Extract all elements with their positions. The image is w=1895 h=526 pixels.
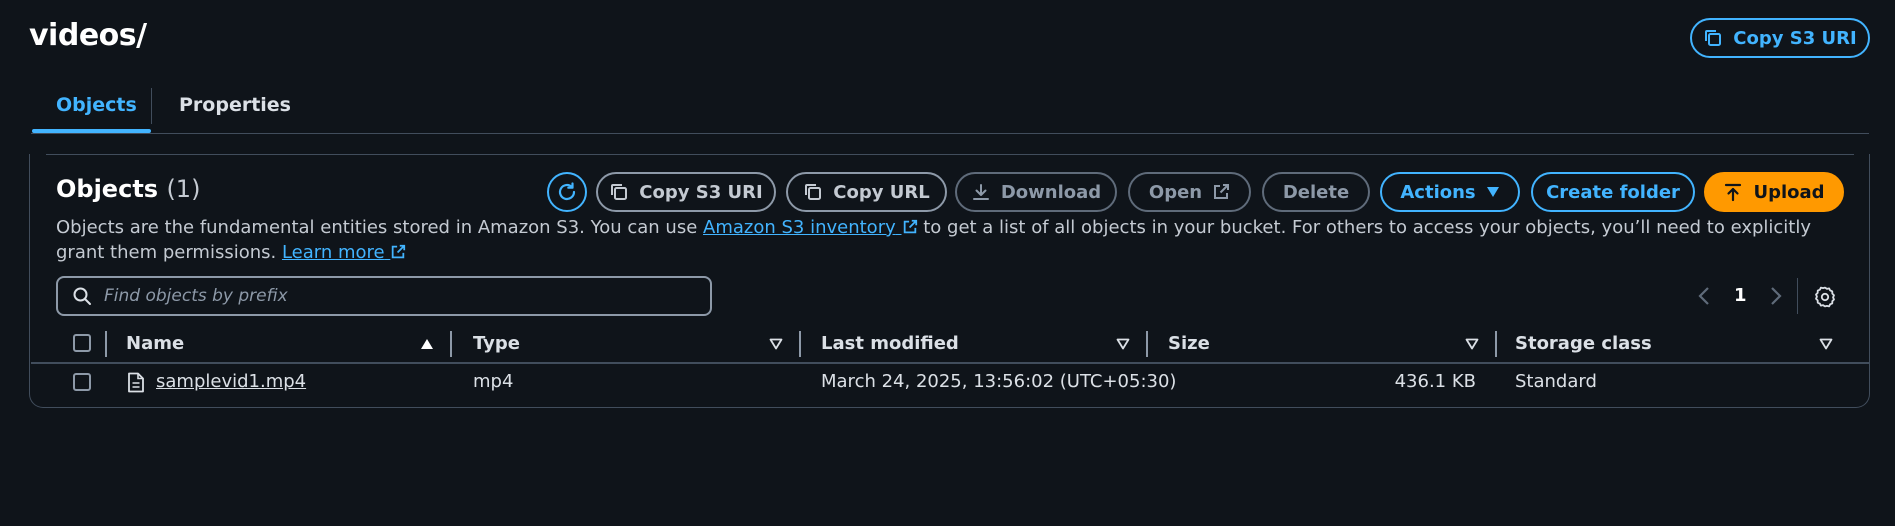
current-page-number[interactable]: 1 xyxy=(1734,285,1747,306)
object-name-link[interactable]: samplevid1.mp4 xyxy=(156,371,306,392)
download-label: Download xyxy=(1000,181,1102,203)
column-separator[interactable] xyxy=(1495,331,1497,357)
sort-icon[interactable] xyxy=(1116,338,1130,350)
copy-url-label: Copy URL xyxy=(833,181,930,203)
column-separator[interactable] xyxy=(1146,331,1148,357)
column-header-storage-class[interactable]: Storage class xyxy=(1515,333,1652,354)
copy-s3-uri-button[interactable]: Copy S3 URI xyxy=(596,172,776,212)
object-storage-class: Standard xyxy=(1515,371,1597,392)
search-input[interactable] xyxy=(102,285,666,307)
external-link-icon xyxy=(903,219,917,234)
actions-label: Actions xyxy=(1400,181,1476,203)
objects-description: Objects are the fundamental entities sto… xyxy=(56,215,1846,265)
sort-ascending-icon[interactable] xyxy=(420,338,434,350)
copy-url-button[interactable]: Copy URL xyxy=(786,172,947,212)
inventory-link-text: Amazon S3 inventory xyxy=(703,217,896,238)
column-header-type[interactable]: Type xyxy=(473,333,520,354)
pagination-separator xyxy=(1797,278,1798,314)
upload-button[interactable]: Upload xyxy=(1704,172,1844,212)
next-page-icon[interactable] xyxy=(1769,286,1783,306)
open-button[interactable]: Open xyxy=(1128,172,1251,212)
copy-icon xyxy=(1705,30,1722,46)
object-size: 436.1 KB xyxy=(1394,371,1476,392)
objects-title-text: Objects xyxy=(56,175,159,203)
upload-label: Upload xyxy=(1753,181,1825,203)
row-checkbox[interactable] xyxy=(73,373,91,391)
copy-icon xyxy=(805,184,822,200)
select-all-checkbox[interactable] xyxy=(73,334,91,352)
column-header-size[interactable]: Size xyxy=(1168,333,1210,354)
sort-icon[interactable] xyxy=(1465,338,1479,350)
delete-button[interactable]: Delete xyxy=(1262,172,1370,212)
download-button[interactable]: Download xyxy=(955,172,1117,212)
tab-separator xyxy=(151,88,152,124)
column-separator xyxy=(105,331,107,357)
column-separator[interactable] xyxy=(450,331,452,357)
header-copy-s3-uri-button[interactable]: Copy S3 URI xyxy=(1690,18,1870,58)
active-tab-indicator xyxy=(32,129,151,133)
learn-more-text: Learn more xyxy=(281,242,385,263)
upload-icon xyxy=(1725,183,1742,202)
delete-label: Delete xyxy=(1282,181,1350,203)
learn-more-link[interactable]: Learn more xyxy=(282,242,406,263)
copy-s3-uri-label: Copy S3 URI xyxy=(639,181,763,203)
tab-properties[interactable]: Properties xyxy=(179,94,291,116)
create-folder-button[interactable]: Create folder xyxy=(1531,172,1695,212)
tab-objects[interactable]: Objects xyxy=(56,94,137,116)
refresh-icon xyxy=(558,182,576,201)
sort-icon[interactable] xyxy=(769,338,783,350)
object-last-modified: March 24, 2025, 13:56:02 (UTC+05:30) xyxy=(821,371,1177,392)
gear-icon[interactable] xyxy=(1814,286,1836,308)
copy-icon xyxy=(611,184,628,200)
objects-section-title: Objects (1) xyxy=(56,175,200,203)
file-icon xyxy=(128,372,144,393)
page-title: videos/ xyxy=(29,18,147,53)
tabs-divider xyxy=(31,133,1869,134)
search-icon xyxy=(73,287,91,305)
objects-container-top-border xyxy=(46,154,1854,155)
column-header-name[interactable]: Name xyxy=(126,333,184,354)
external-link-icon xyxy=(1214,184,1230,199)
column-header-last-modified[interactable]: Last modified xyxy=(821,333,959,354)
previous-page-icon[interactable] xyxy=(1697,286,1711,306)
column-separator[interactable] xyxy=(799,331,801,357)
objects-count: (1) xyxy=(166,175,201,203)
sort-icon[interactable] xyxy=(1819,338,1833,350)
caret-down-icon xyxy=(1486,187,1499,197)
actions-dropdown-button[interactable]: Actions xyxy=(1380,172,1520,212)
object-type: mp4 xyxy=(473,371,514,392)
search-field[interactable] xyxy=(56,276,712,316)
open-label: Open xyxy=(1148,181,1203,203)
amazon-s3-inventory-link[interactable]: Amazon S3 inventory xyxy=(703,217,917,238)
refresh-button[interactable] xyxy=(547,172,587,212)
description-text-1: Objects are the fundamental entities sto… xyxy=(56,217,704,238)
create-folder-label: Create folder xyxy=(1546,181,1680,203)
copy-s3-uri-label: Copy S3 URI xyxy=(1733,27,1857,49)
download-icon xyxy=(972,184,989,200)
external-link-icon xyxy=(392,244,406,259)
